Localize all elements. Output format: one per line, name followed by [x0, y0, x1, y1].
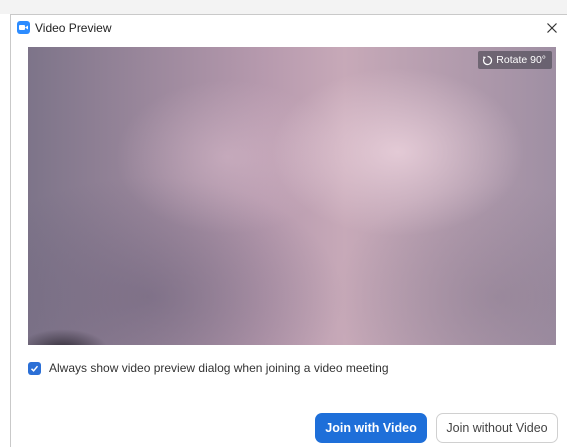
video-preview: Rotate 90° [28, 47, 556, 345]
always-show-preview-label: Always show video preview dialog when jo… [49, 361, 389, 375]
join-without-video-button[interactable]: Join without Video [436, 413, 558, 443]
join-with-video-button[interactable]: Join with Video [315, 413, 427, 443]
rotate-button[interactable]: Rotate 90° [478, 51, 552, 69]
always-show-preview-checkbox[interactable] [28, 361, 41, 375]
always-show-preview-option[interactable]: Always show video preview dialog when jo… [28, 361, 389, 375]
close-icon [547, 23, 557, 33]
video-preview-dialog: Video Preview Rotate 90° Always show vid… [10, 14, 567, 447]
zoom-camera-icon [17, 21, 30, 34]
rotate-label: Rotate 90° [496, 54, 546, 66]
checkmark-icon [30, 365, 39, 372]
rotate-icon [483, 55, 493, 65]
close-button[interactable] [541, 17, 563, 39]
window-title: Video Preview [35, 21, 112, 35]
video-shadow [28, 329, 108, 345]
background-strip [0, 0, 567, 14]
title-bar: Video Preview [11, 15, 567, 41]
